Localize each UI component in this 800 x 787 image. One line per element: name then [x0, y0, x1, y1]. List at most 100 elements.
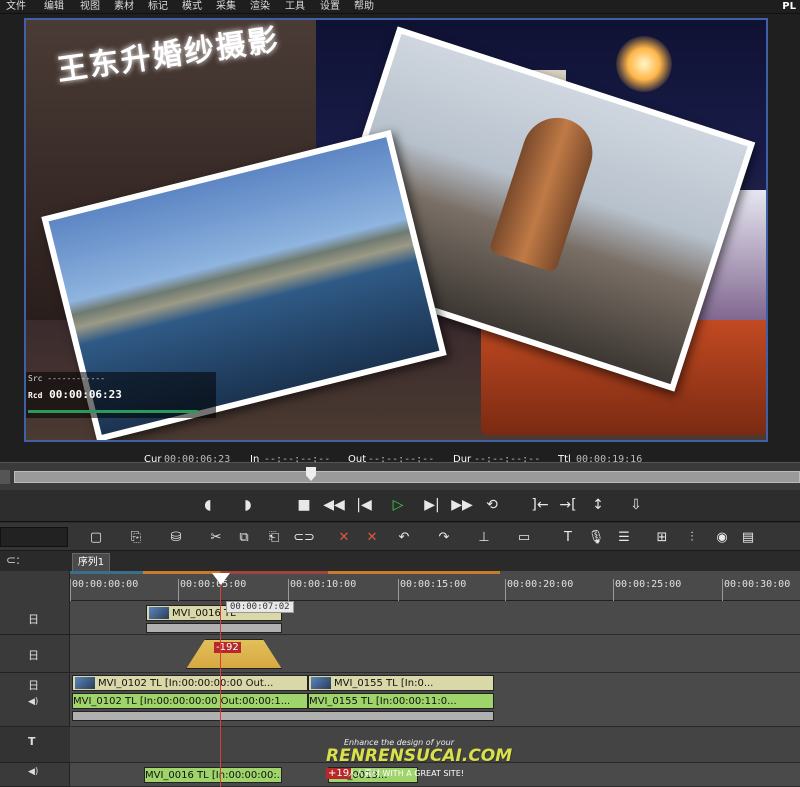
mark-out-icon[interactable]: ◗: [236, 494, 260, 516]
watermark: Enhance the design of your RENRENSUCAI.C…: [326, 738, 512, 786]
track-header-2[interactable]: 日: [0, 635, 70, 673]
track-2: [70, 635, 800, 673]
track-header-5[interactable]: ◀): [0, 763, 70, 787]
tick-label: 00:00:00:00: [72, 579, 139, 590]
export-icon[interactable]: ⇩: [624, 494, 648, 516]
scrub-bar[interactable]: [0, 462, 800, 490]
tick-label: 00:00:30:00: [724, 579, 791, 590]
sequence-bar: ⊂: 序列1: [0, 551, 800, 571]
track-header-1[interactable]: 日: [0, 601, 70, 635]
copy-icon[interactable]: ⧉: [232, 526, 256, 548]
rcd-label: Rcd: [28, 391, 43, 400]
timeline-ruler[interactable]: 00:00:00:00 00:00:05:00 00:00:10:00 00:0…: [70, 571, 800, 601]
scrub-start-marker: [0, 470, 10, 484]
menu-render[interactable]: 渲染: [250, 0, 270, 13]
open-icon[interactable]: ⎘: [124, 526, 148, 548]
delete-icon[interactable]: ✕: [332, 526, 356, 548]
transport-controls: ◖ ◗ ■ ◀◀ |◀ ▷ ▶| ▶▶ ⟲ ]← →[ ↕ ⇩: [0, 490, 800, 522]
clip-label: MVI_0016 TL [In:00:00:00:...: [145, 770, 282, 781]
split-icon[interactable]: ↕: [586, 494, 610, 516]
step-forward-icon[interactable]: ▶|: [420, 494, 444, 516]
clip-mvi-0102-audio[interactable]: MVI_0102 TL [In:00:00:00:00 Out:00:00:1.…: [72, 693, 308, 709]
title-icon[interactable]: T: [556, 526, 580, 548]
window-icon[interactable]: ▤: [736, 526, 760, 548]
timecode-overlay: Src ------------ Rcd 00:00:06:23: [26, 372, 216, 418]
player-panel: 王东升婚纱摄影 Src ------------ Rcd 00:00:06:23…: [0, 14, 800, 465]
audio-track-icon: ◀): [28, 767, 39, 777]
audio-meter: [28, 410, 198, 413]
grid-icon[interactable]: ⊞: [650, 526, 674, 548]
cut-icon[interactable]: ✂: [204, 526, 228, 548]
sequence-icon[interactable]: ⊂:: [6, 553, 20, 567]
track-header-4[interactable]: T: [0, 727, 70, 763]
audio-track-icon: ◀): [28, 697, 39, 707]
redo-icon[interactable]: ↷: [432, 526, 456, 548]
prev-edit-icon[interactable]: ]←: [528, 494, 552, 516]
marker-icon[interactable]: ⊥: [472, 526, 496, 548]
menu-capture[interactable]: 采集: [216, 0, 236, 13]
clip-label: MVI_0102 TL [In:00:00:00:00 Out...: [98, 678, 274, 689]
clip-mvi-0155-audio[interactable]: MVI_0155 TL [In:00:00:11:0...: [308, 693, 494, 709]
sliders-icon[interactable]: ⫶: [680, 526, 704, 548]
menu-settings[interactable]: 设置: [320, 0, 340, 13]
render-status-bar: [70, 571, 500, 574]
rcd-value: 00:00:06:23: [49, 388, 122, 401]
clip-thumbnail: [311, 677, 331, 689]
street-lamp: [616, 36, 672, 92]
color-icon[interactable]: ◉: [710, 526, 734, 548]
insert-icon[interactable]: ▭: [512, 526, 536, 548]
tick-line: [178, 579, 179, 601]
audio-mixer-icon[interactable]: ☰: [612, 526, 636, 548]
ripple-delete-icon[interactable]: ✕: [360, 526, 384, 548]
clip-handle-bar: [146, 623, 282, 633]
play-icon[interactable]: ▷: [386, 494, 410, 516]
fast-forward-icon[interactable]: ▶▶: [450, 494, 474, 516]
track-header-3[interactable]: 日 ◀): [0, 673, 70, 727]
menu-help[interactable]: 帮助: [354, 0, 374, 13]
mark-in-icon[interactable]: ◖: [196, 494, 220, 516]
clip-label: MVI_0155 TL [In:00:00:11:0...: [309, 696, 457, 707]
mic-icon[interactable]: 🎙: [584, 526, 608, 548]
rewind-icon[interactable]: ◀◀: [322, 494, 346, 516]
track-headers: 日 日 日 ◀) T ◀): [0, 601, 70, 787]
ruler-controls[interactable]: [0, 571, 70, 601]
menu-edit[interactable]: 编辑: [44, 0, 64, 13]
video-track-icon: 日: [28, 649, 39, 662]
tab-sequence-1[interactable]: 序列1: [72, 553, 110, 571]
clip-mvi-0016-audio[interactable]: MVI_0016 TL [In:00:00:00:...: [144, 767, 282, 783]
step-back-icon[interactable]: |◀: [352, 494, 376, 516]
clip-mvi-0102-video[interactable]: MVI_0102 TL [In:00:00:00:00 Out...: [72, 675, 308, 691]
statue: [488, 108, 602, 274]
title-track-icon: T: [28, 735, 36, 748]
stop-icon[interactable]: ■: [292, 494, 316, 516]
save-icon[interactable]: ⛁: [164, 526, 188, 548]
link-icon[interactable]: ⊂⊃: [292, 526, 316, 548]
menu-tools[interactable]: 工具: [285, 0, 305, 13]
tick-line: [722, 579, 723, 601]
menu-clip[interactable]: 素材: [114, 0, 134, 13]
tick-label: 00:00:10:00: [290, 579, 357, 590]
menu-file[interactable]: 文件: [6, 0, 26, 13]
timeline-toolbar: ▢ ⎘ ⛁ ✂ ⧉ ⎗ ⊂⊃ ✕ ✕ ↶ ↷ ⊥ ▭ T 🎙 ☰ ⊞ ⫶ ◉ ▤: [0, 523, 800, 551]
playhead-line[interactable]: [220, 577, 221, 787]
watermark-line-2: RENRENSUCAI.COM: [326, 746, 513, 766]
menu-marker[interactable]: 标记: [148, 0, 168, 13]
menu-view[interactable]: 视图: [80, 0, 100, 13]
tick-line: [288, 579, 289, 601]
loop-icon[interactable]: ⟲: [480, 494, 504, 516]
new-icon[interactable]: ▢: [84, 526, 108, 548]
clip-mvi-0155-video[interactable]: MVI_0155 TL [In:0...: [308, 675, 494, 691]
paste-icon[interactable]: ⎗: [262, 526, 286, 548]
undo-icon[interactable]: ↶: [392, 526, 416, 548]
menu-mode[interactable]: 模式: [182, 0, 202, 13]
track-1: MVI_0016 TL: [70, 601, 800, 635]
scrub-track[interactable]: [14, 471, 800, 483]
next-edit-icon[interactable]: →[: [556, 494, 580, 516]
video-preview[interactable]: 王东升婚纱摄影 Src ------------ Rcd 00:00:06:23: [24, 18, 768, 442]
tick-label: 00:00:25:00: [615, 579, 682, 590]
video-track-icon: 日: [28, 679, 39, 692]
track-3: MVI_0102 TL [In:00:00:00:00 Out... MVI_0…: [70, 673, 800, 727]
tick-line: [398, 579, 399, 601]
trim-offset-badge: -192: [214, 642, 241, 653]
tick-label: 00:00:15:00: [400, 579, 467, 590]
